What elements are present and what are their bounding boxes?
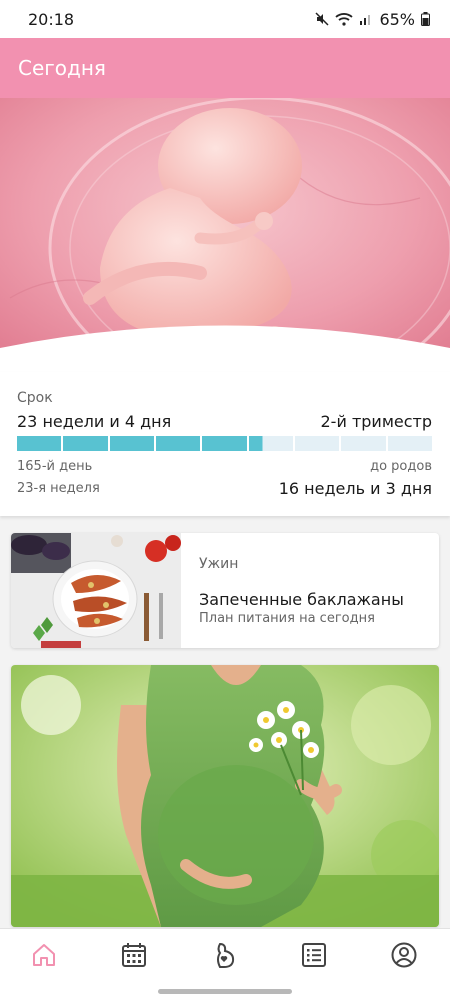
week-count: 23-я неделя bbox=[17, 481, 100, 496]
meal-type: Ужин bbox=[199, 556, 239, 572]
nav-checklist[interactable] bbox=[298, 941, 330, 973]
mute-icon bbox=[315, 12, 329, 26]
until-birth-label: до родов bbox=[370, 459, 432, 474]
trimester-value: 2-й триместр bbox=[320, 412, 433, 431]
progress-segment bbox=[248, 436, 293, 451]
meal-title: Запеченные баклажаны bbox=[199, 590, 404, 609]
progress-segment bbox=[155, 436, 201, 451]
meal-plan-card[interactable]: Ужин Запеченные баклажаны План питания н… bbox=[11, 533, 439, 648]
day-count: 165-й день bbox=[17, 459, 93, 474]
calendar-icon bbox=[120, 941, 148, 973]
article-photo-card[interactable] bbox=[11, 665, 439, 927]
progress-segment bbox=[202, 436, 247, 451]
until-birth-value: 16 недель и 3 дня bbox=[278, 479, 432, 498]
nav-pregnancy[interactable] bbox=[208, 941, 240, 973]
pregnancy-progress-bar bbox=[17, 436, 432, 451]
meal-subtitle: План питания на сегодня bbox=[199, 611, 375, 626]
battery-icon bbox=[421, 12, 430, 26]
progress-segment bbox=[294, 436, 340, 451]
battery-percent: 65% bbox=[379, 9, 415, 29]
meal-image bbox=[11, 533, 181, 648]
wifi-icon bbox=[335, 12, 354, 26]
progress-segment bbox=[387, 436, 432, 451]
fetus-illustration bbox=[0, 98, 450, 373]
progress-segment bbox=[109, 436, 154, 451]
pregnancy-icon bbox=[210, 941, 238, 973]
term-label: Срок bbox=[17, 390, 53, 406]
status-icons: 65% bbox=[315, 10, 430, 29]
status-time: 20:18 bbox=[28, 9, 75, 29]
term-value: 23 недели и 4 дня bbox=[17, 412, 172, 431]
nav-home[interactable] bbox=[28, 941, 60, 973]
nav-calendar[interactable] bbox=[118, 941, 150, 973]
pregnant-woman-photo bbox=[11, 665, 439, 927]
home-indicator[interactable] bbox=[158, 989, 292, 994]
pregnancy-progress-card: Срок 23 недели и 4 дня 2-й триместр 165-… bbox=[0, 372, 450, 516]
progress-segment bbox=[341, 436, 386, 451]
page-title: Сегодня bbox=[18, 56, 106, 80]
nav-profile[interactable] bbox=[388, 941, 420, 973]
progress-segment bbox=[63, 436, 108, 451]
profile-icon bbox=[390, 941, 418, 973]
checklist-icon bbox=[300, 941, 328, 973]
progress-segment bbox=[17, 436, 62, 451]
status-bar: 20:18 65% bbox=[0, 0, 450, 38]
app-bar: Сегодня bbox=[0, 38, 450, 98]
home-icon bbox=[30, 941, 58, 973]
signal-icon bbox=[359, 12, 373, 26]
